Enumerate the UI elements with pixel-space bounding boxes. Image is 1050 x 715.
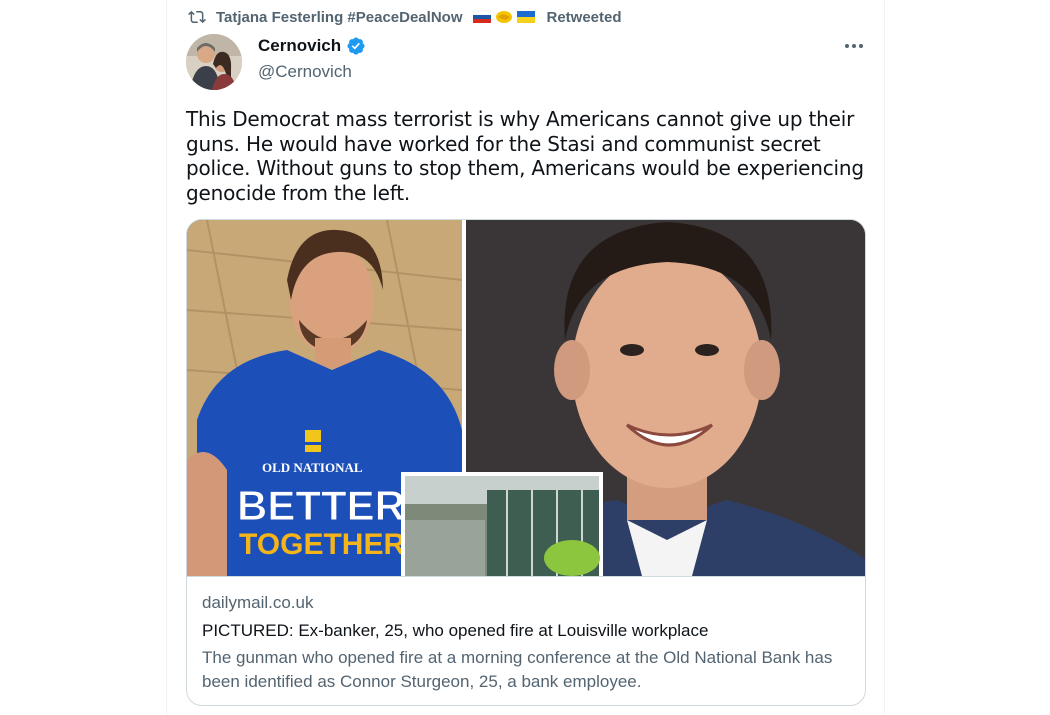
retweeted-label: Retweeted — [546, 8, 622, 26]
author-name-row[interactable]: Cernovich — [258, 36, 366, 56]
link-card[interactable]: OLD NATIONAL BETTER TOGETHER dailymail.c… — [186, 219, 866, 706]
more-options-button[interactable] — [842, 36, 866, 56]
card-info[interactable]: dailymail.co.uk PICTURED: Ex-banker, 25,… — [187, 576, 865, 705]
more-dot-icon — [852, 44, 856, 48]
verified-badge-icon — [347, 37, 365, 55]
ukraine-flag-icon — [517, 11, 536, 23]
shirt-line1-text: BETTER — [237, 482, 405, 529]
card-description: The gunman who opened fire at a morning … — [202, 648, 833, 691]
tweet-text: This Democrat mass terrorist is why Amer… — [186, 107, 864, 205]
author-handle[interactable]: @Cernovich — [258, 62, 352, 82]
author-name[interactable]: Cernovich — [258, 36, 341, 56]
card-image[interactable]: OLD NATIONAL BETTER TOGETHER — [187, 220, 865, 576]
card-headline[interactable]: PICTURED: Ex-banker, 25, who opened fire… — [202, 620, 850, 642]
card-domain: dailymail.co.uk — [202, 593, 314, 612]
handshake-icon — [496, 11, 513, 23]
retweeter-name[interactable]: Tatjana Festerling #PeaceDealNow — [216, 9, 462, 26]
russia-flag-icon — [473, 10, 492, 23]
more-dot-icon — [859, 44, 863, 48]
retweet-icon — [188, 10, 206, 24]
shirt-line2-text: TOGETHER — [239, 528, 405, 561]
more-dot-icon — [845, 44, 849, 48]
shirt-brand-text: OLD NATIONAL — [262, 460, 363, 475]
retweet-header[interactable]: Tatjana Festerling #PeaceDealNow Retweet… — [188, 6, 622, 28]
avatar[interactable] — [186, 34, 242, 90]
